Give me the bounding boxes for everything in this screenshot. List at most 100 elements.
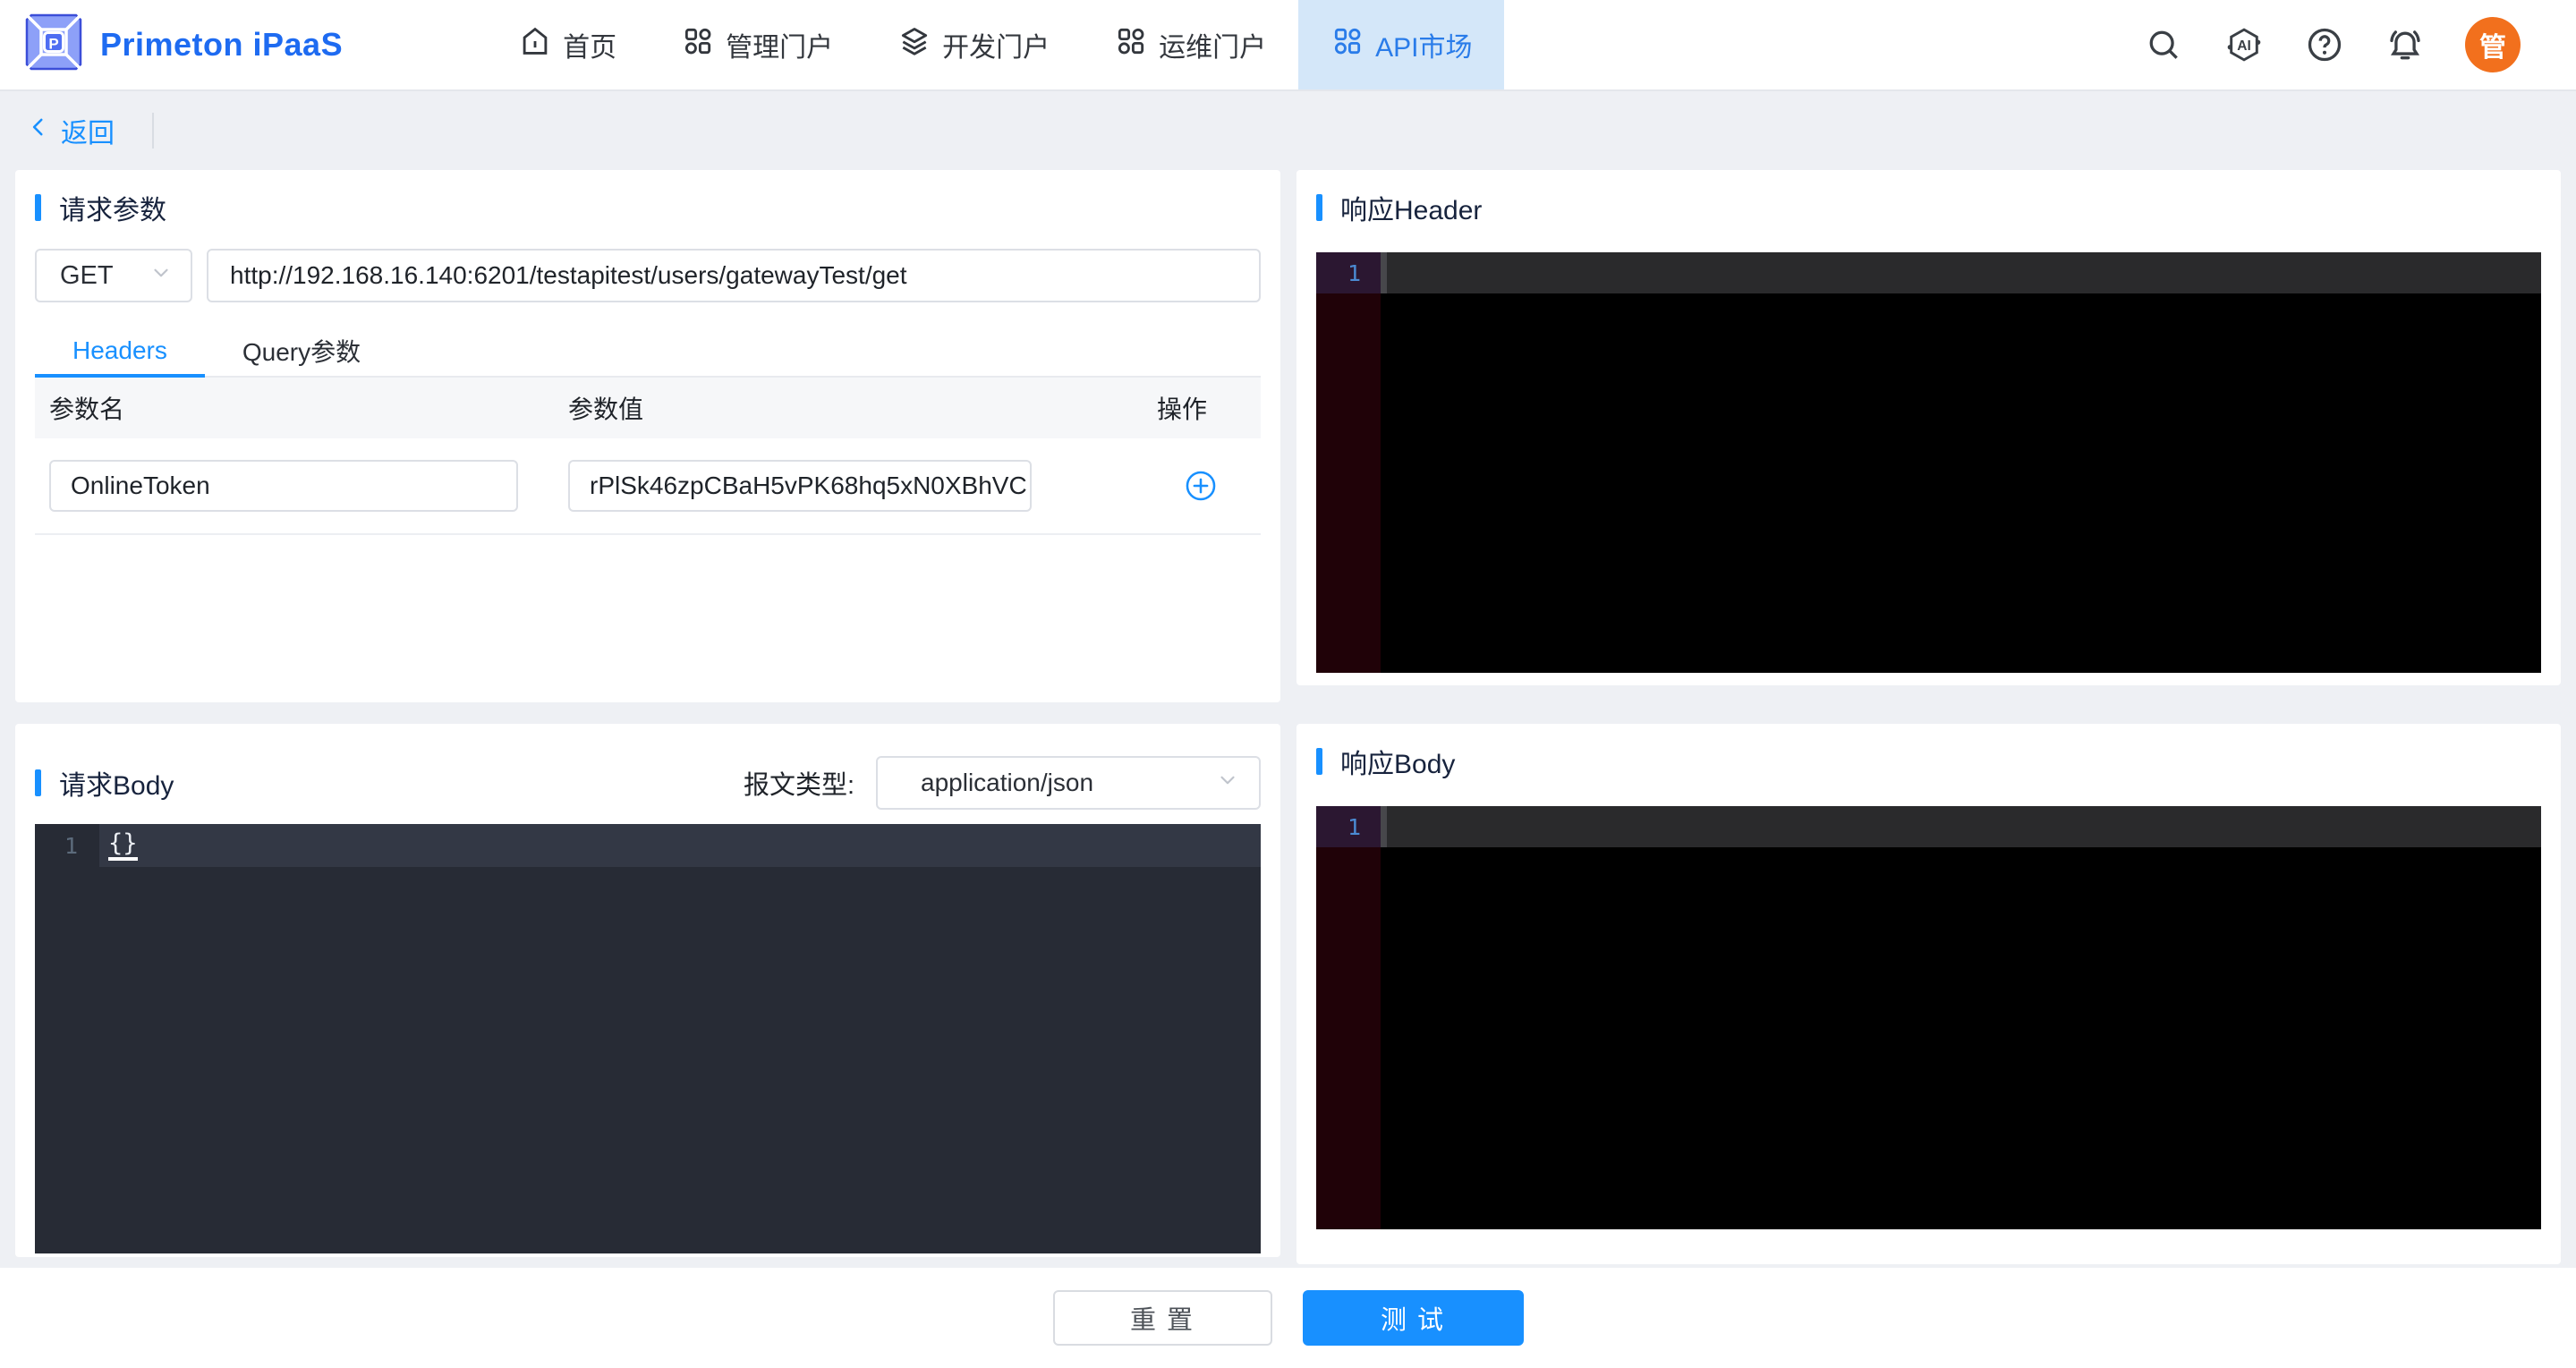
editor-cursor (1381, 806, 1387, 847)
editor-body (1316, 293, 2541, 673)
breadcrumb: 返回 (0, 91, 2576, 170)
editor-gutter (1316, 847, 1381, 1229)
param-value-input[interactable]: rPlSk46zpCBaH5vPK68hq5xN0XBhVC (568, 460, 1032, 512)
svg-text:P: P (48, 35, 58, 52)
response-header-title: 响应Header (1340, 188, 1482, 227)
panel-title: 响应Header (1316, 191, 2541, 224)
response-body-title: 响应Body (1340, 742, 1455, 781)
tab-query-params[interactable]: Query参数 (205, 326, 398, 376)
line-number: 1 (35, 824, 99, 867)
nav-item-dev-portal[interactable]: 开发门户 (865, 0, 1082, 89)
editor-content-area (1381, 847, 2541, 1229)
response-column: 响应Header 1 响应 (1297, 170, 2561, 1264)
home-icon (518, 24, 552, 65)
response-header-editor[interactable]: 1 (1316, 252, 2541, 673)
editor-gutter (1316, 293, 1381, 673)
request-params-title: 请求参数 (59, 188, 166, 227)
breadcrumb-divider (152, 113, 154, 149)
chevron-down-icon (149, 261, 173, 291)
editor-content-area (1381, 293, 2541, 673)
layers-icon (897, 24, 931, 65)
search-icon[interactable] (2143, 24, 2184, 65)
tab-headers[interactable]: Headers (35, 326, 205, 376)
main-nav: 首页 管理门户 开发门户 (486, 0, 1504, 89)
response-body-panel: 响应Body 1 (1297, 724, 2561, 1264)
nav-item-label: 运维门户 (1159, 25, 1266, 64)
method-value: GET (60, 261, 114, 291)
ai-icon[interactable]: AI (2223, 24, 2265, 65)
request-body-panel: 请求Body 报文类型: application/json (15, 724, 1280, 1257)
app-root: P Primeton iPaaS 首页 (0, 0, 2576, 1264)
grid-icon (1114, 24, 1148, 65)
response-body-editor[interactable]: 1 (1316, 806, 2541, 1229)
navbar-actions: AI 管 (2143, 0, 2576, 89)
line-number: 1 (1316, 252, 1381, 293)
active-line: {} (99, 824, 1261, 867)
chevron-left-icon (27, 115, 50, 146)
param-name-input[interactable]: OnlineToken (49, 460, 518, 512)
reset-button[interactable]: 重 置 (1053, 1290, 1272, 1346)
param-table-header: 参数名 参数值 操作 (35, 378, 1261, 438)
url-row: GET http://192.168.16.140:6201/testapite… (35, 249, 1261, 302)
action-footer: 重 置 测 试 (0, 1268, 2576, 1368)
nav-item-label: API市场 (1375, 25, 1472, 64)
editor-line: 1 (1316, 806, 2541, 847)
bell-icon[interactable] (2385, 24, 2426, 65)
brand-name: Primeton iPaaS (100, 26, 343, 64)
request-column: 请求参数 GET http://192.168.16.140:6201/test… (15, 170, 1280, 1257)
request-body-title: 请求Body (59, 763, 174, 803)
nav-item-ops-portal[interactable]: 运维门户 (1082, 0, 1298, 89)
nav-item-api-market[interactable]: API市场 (1298, 0, 1504, 89)
nav-item-admin-portal[interactable]: 管理门户 (649, 0, 865, 89)
param-tabs: Headers Query参数 (35, 326, 1261, 378)
nav-item-label: 首页 (563, 25, 616, 64)
top-navbar: P Primeton iPaaS 首页 (0, 0, 2576, 91)
grid-icon (1331, 24, 1365, 65)
add-row-icon[interactable] (1184, 469, 1218, 503)
main-content: 请求参数 GET http://192.168.16.140:6201/test… (0, 170, 2576, 1264)
editor-content: {} (108, 830, 138, 861)
title-accent-bar (35, 194, 41, 221)
url-input[interactable]: http://192.168.16.140:6201/testapitest/u… (207, 249, 1261, 302)
back-label: 返回 (61, 111, 115, 150)
col-header-value: 参数值 (568, 390, 1082, 426)
content-type-select[interactable]: application/json (876, 756, 1261, 810)
method-select[interactable]: GET (35, 249, 192, 302)
title-accent-bar (1316, 748, 1322, 775)
request-body-editor[interactable]: 1 {} (35, 824, 1261, 1253)
editor-empty-line (1387, 252, 2541, 293)
nav-item-label: 管理门户 (726, 25, 833, 64)
title-accent-bar (1316, 194, 1322, 221)
grid-icon (681, 24, 715, 65)
content-type-value: application/json (921, 769, 1093, 797)
svg-text:AI: AI (2237, 38, 2251, 54)
param-name-cell: OnlineToken (49, 460, 568, 512)
panel-title: 响应Body (1316, 745, 2541, 777)
editor-line: 1 (1316, 252, 2541, 293)
chevron-down-icon (1216, 769, 1239, 798)
col-header-name: 参数名 (49, 390, 568, 426)
editor-body (1316, 847, 2541, 1229)
brand[interactable]: P Primeton iPaaS (0, 0, 343, 89)
param-actions-cell (1082, 469, 1261, 503)
title-accent-bar (35, 769, 41, 796)
back-button[interactable]: 返回 (27, 111, 115, 150)
editor-line: 1 {} (35, 824, 1261, 867)
panel-title: 请求Body (35, 767, 174, 799)
avatar[interactable]: 管 (2465, 17, 2521, 72)
line-number: 1 (1316, 806, 1381, 847)
response-header-panel: 响应Header 1 (1297, 170, 2561, 685)
editor-cursor (1381, 252, 1387, 293)
nav-item-home[interactable]: 首页 (486, 0, 649, 89)
test-button[interactable]: 测 试 (1303, 1290, 1524, 1346)
nav-item-label: 开发门户 (942, 25, 1050, 64)
primeton-logo-icon: P (25, 13, 82, 77)
content-type-label: 报文类型: (744, 764, 854, 802)
content-type-group: 报文类型: application/json (744, 756, 1261, 810)
panel-title: 请求参数 (35, 191, 1261, 224)
help-icon[interactable] (2304, 24, 2345, 65)
param-value-cell: rPlSk46zpCBaH5vPK68hq5xN0XBhVC (568, 460, 1082, 512)
table-row: OnlineToken rPlSk46zpCBaH5vPK68hq5xN0XBh… (35, 438, 1261, 535)
request-body-header: 请求Body 报文类型: application/json (35, 756, 1261, 810)
editor-empty-line (1387, 806, 2541, 847)
